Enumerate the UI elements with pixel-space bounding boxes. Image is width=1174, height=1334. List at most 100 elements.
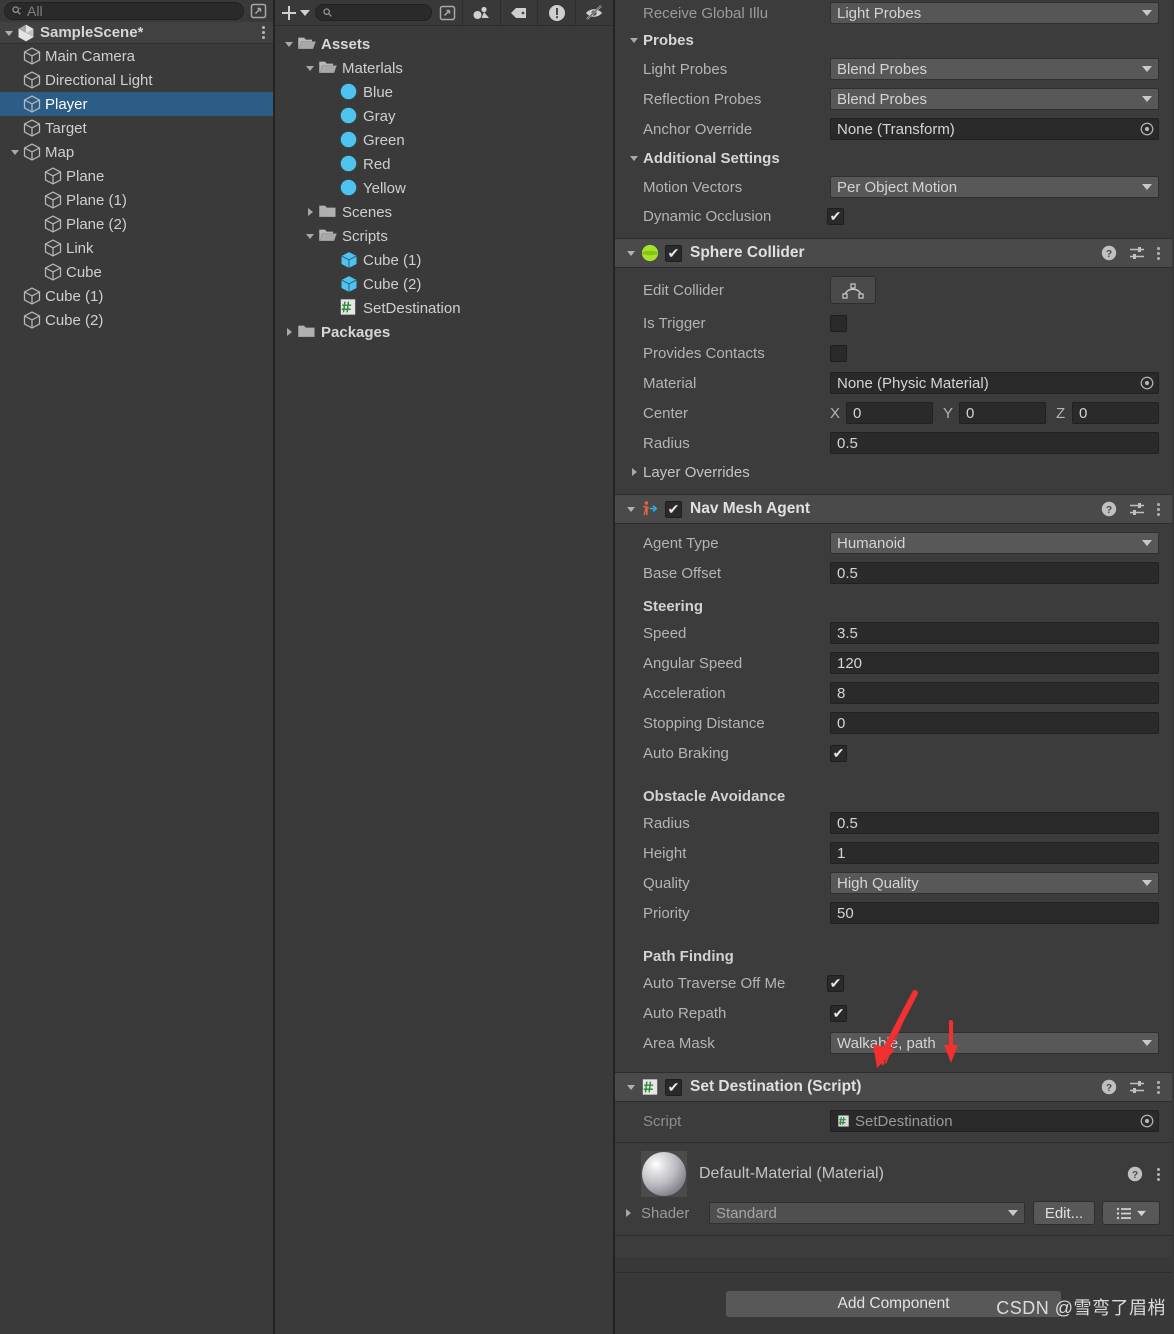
kebab-menu-icon[interactable] (1157, 1167, 1160, 1181)
project-item-blue[interactable]: Blue (275, 80, 613, 104)
area-mask-dropdown[interactable]: Walkable, path (830, 1032, 1159, 1054)
speed-input[interactable]: 3.5 (830, 622, 1159, 644)
script-objectfield[interactable]: SetDestination (830, 1110, 1159, 1132)
stopping-distance-input[interactable]: 0 (830, 712, 1159, 734)
collider-material-objectfield[interactable]: None (Physic Material) (830, 372, 1159, 394)
help-icon[interactable]: ? (1101, 501, 1117, 517)
project-item-scenes[interactable]: Scenes (275, 200, 613, 224)
auto-repath-checkbox[interactable] (830, 1004, 847, 1022)
expand-triangle[interactable] (302, 63, 318, 73)
layer-overrides-foldout[interactable]: Layer Overrides (615, 458, 1172, 486)
light-probes-dropdown[interactable]: Blend Probes (830, 58, 1159, 80)
kebab-menu-icon[interactable] (1157, 1080, 1160, 1094)
is-trigger-checkbox[interactable] (830, 314, 847, 332)
project-item-red[interactable]: Red (275, 152, 613, 176)
hierarchy-scene-row[interactable]: SampleScene* (0, 22, 273, 44)
hierarchy-item-plane[interactable]: Plane (0, 164, 273, 188)
project-item-gray[interactable]: Gray (275, 104, 613, 128)
project-item-assets[interactable]: Assets (275, 32, 613, 56)
hierarchy-kebab-menu-icon[interactable] (262, 26, 265, 39)
oa-height-input[interactable]: 1 (830, 842, 1159, 864)
hierarchy-item-link[interactable]: Link (0, 236, 273, 260)
hierarchy-item-target[interactable]: Target (0, 116, 273, 140)
dynamic-occlusion-checkbox[interactable] (827, 207, 844, 225)
probes-foldout[interactable]: Probes (615, 26, 1172, 54)
hierarchy-item-cube-1[interactable]: Cube (1) (0, 284, 273, 308)
hierarchy-item-cube-2[interactable]: Cube (2) (0, 308, 273, 332)
base-offset-input[interactable]: 0.5 (830, 562, 1159, 584)
project-item-materlals[interactable]: Materlals (275, 56, 613, 80)
project-item-yellow[interactable]: Yellow (275, 176, 613, 200)
preset-icon[interactable] (1129, 501, 1145, 517)
oa-priority-input[interactable]: 50 (830, 902, 1159, 924)
expand-triangle[interactable] (281, 327, 297, 337)
center-y-input[interactable]: 0 (959, 402, 1046, 424)
project-item-cube-1[interactable]: Cube (1) (275, 248, 613, 272)
sphere-collider-header[interactable]: Sphere Collider ? (615, 238, 1172, 268)
project-item-packages[interactable]: Packages (275, 320, 613, 344)
project-item-cube-2[interactable]: Cube (2) (275, 272, 613, 296)
auto-braking-checkbox[interactable] (830, 744, 847, 762)
collider-radius-input[interactable]: 0.5 (830, 432, 1159, 454)
expand-triangle[interactable] (281, 39, 297, 49)
receive-gi-dropdown[interactable]: Light Probes (830, 2, 1159, 24)
hierarchy-item-directional-light[interactable]: Directional Light (0, 68, 273, 92)
nav-mesh-agent-header[interactable]: Nav Mesh Agent ? (615, 494, 1172, 524)
project-hidden-button[interactable] (575, 0, 613, 26)
hierarchy-item-player[interactable]: Player (0, 92, 273, 116)
anchor-override-objectfield[interactable]: None (Transform) (830, 118, 1159, 140)
hierarchy-item-map[interactable]: Map (0, 140, 273, 164)
kebab-menu-icon[interactable] (1157, 246, 1160, 260)
kebab-menu-icon[interactable] (1157, 502, 1160, 516)
object-picker-icon[interactable] (1140, 1114, 1154, 1128)
additional-settings-foldout[interactable]: Additional Settings (615, 144, 1172, 172)
agent-type-dropdown[interactable]: Humanoid (830, 532, 1159, 554)
project-item-setdestination[interactable]: SetDestination (275, 296, 613, 320)
oa-quality-dropdown[interactable]: High Quality (830, 872, 1159, 894)
angular-speed-input[interactable]: 120 (830, 652, 1159, 674)
motion-vectors-dropdown[interactable]: Per Object Motion (830, 176, 1159, 198)
create-asset-button[interactable] (275, 0, 315, 26)
help-icon[interactable]: ? (1101, 245, 1117, 261)
reflection-probes-dropdown[interactable]: Blend Probes (830, 88, 1159, 110)
project-item-green[interactable]: Green (275, 128, 613, 152)
project-expand-button[interactable] (432, 0, 462, 26)
sphere-collider-enabled-checkbox[interactable] (665, 244, 682, 262)
project-error-button[interactable] (537, 0, 575, 26)
hierarchy-item-plane-1[interactable]: Plane (1) (0, 188, 273, 212)
project-item-scripts[interactable]: Scripts (275, 224, 613, 248)
shader-presets-button[interactable] (1102, 1201, 1160, 1225)
scene-expand-triangle[interactable] (2, 28, 16, 38)
auto-traverse-checkbox[interactable] (827, 974, 844, 992)
expand-triangle[interactable] (302, 207, 318, 217)
provides-contacts-checkbox[interactable] (830, 344, 847, 362)
triangle-down-icon[interactable] (621, 504, 641, 514)
object-picker-icon[interactable] (1140, 122, 1154, 136)
hierarchy-item-main-camera[interactable]: Main Camera (0, 44, 273, 68)
expand-triangle[interactable] (8, 147, 22, 157)
triangle-down-icon[interactable] (621, 1082, 641, 1092)
hierarchy-search-input[interactable]: All (4, 2, 244, 20)
preset-icon[interactable] (1129, 1079, 1145, 1095)
project-search-input[interactable] (314, 4, 433, 21)
set-destination-header[interactable]: Set Destination (Script) ? (615, 1072, 1172, 1102)
set-destination-enabled-checkbox[interactable] (665, 1078, 682, 1096)
object-picker-icon[interactable] (1140, 376, 1154, 390)
hierarchy-expand-button[interactable] (247, 2, 269, 20)
material-expand-triangle[interactable] (615, 1208, 641, 1218)
preset-icon[interactable] (1129, 245, 1145, 261)
shader-edit-button[interactable]: Edit... (1033, 1201, 1095, 1225)
project-label-button[interactable] (499, 0, 538, 26)
expand-triangle[interactable] (302, 231, 318, 241)
help-icon[interactable]: ? (1127, 1166, 1143, 1182)
edit-collider-button[interactable] (830, 276, 876, 304)
project-favorite-button[interactable] (461, 0, 500, 26)
shader-dropdown[interactable]: Standard (709, 1202, 1025, 1224)
oa-radius-input[interactable]: 0.5 (830, 812, 1159, 834)
nav-mesh-agent-enabled-checkbox[interactable] (665, 500, 682, 518)
hierarchy-item-cube[interactable]: Cube (0, 260, 273, 284)
triangle-down-icon[interactable] (621, 248, 641, 258)
help-icon[interactable]: ? (1101, 1079, 1117, 1095)
center-z-input[interactable]: 0 (1072, 402, 1159, 424)
center-x-input[interactable]: 0 (846, 402, 933, 424)
